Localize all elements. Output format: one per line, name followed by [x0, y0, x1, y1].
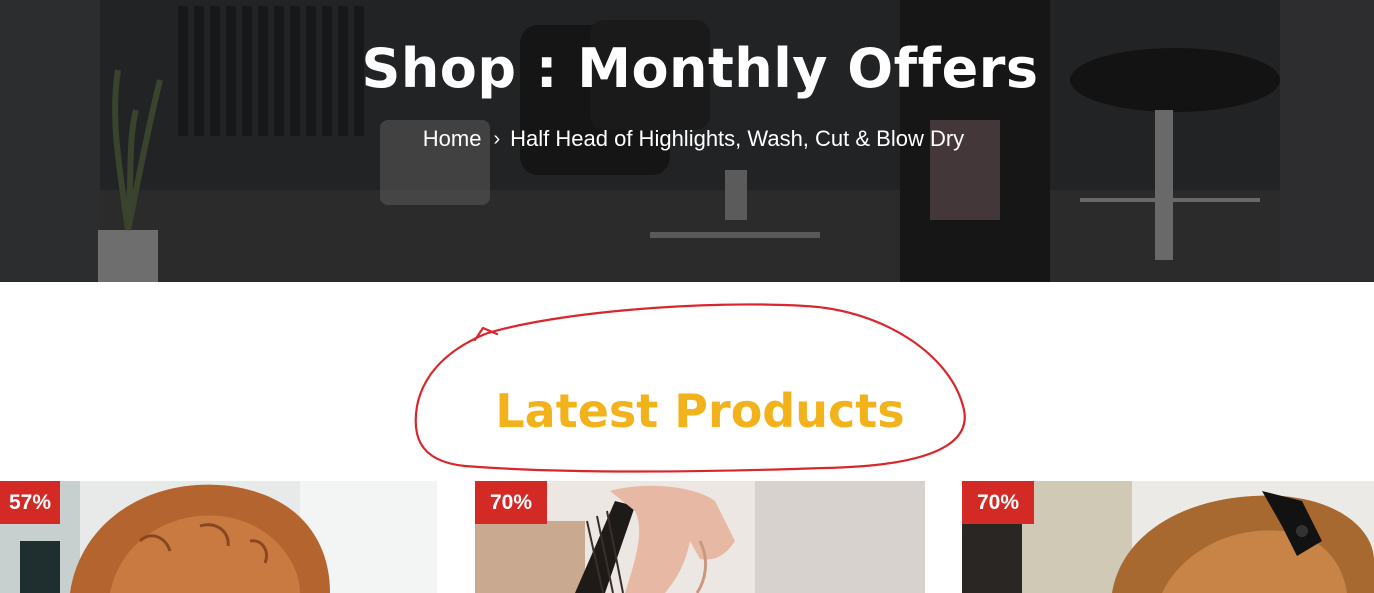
discount-badge: 57%	[0, 481, 60, 524]
breadcrumb-home-link[interactable]: Home	[423, 126, 482, 151]
page-hero-banner: Shop : Monthly Offers Home › Half Head of …	[0, 0, 1374, 282]
latest-products-heading: Latest Products	[495, 384, 905, 438]
discount-badge: 70%	[475, 481, 547, 524]
breadcrumb-current-item: Half Head of Highlights, Wash, Cut & Blo…	[510, 126, 965, 151]
breadcrumb-chevron-icon: ›	[493, 128, 501, 150]
page-title: Shop : Monthly Offers	[361, 37, 1039, 100]
discount-badge: 70%	[962, 481, 1034, 524]
product-card[interactable]: 57%	[0, 481, 437, 593]
product-card[interactable]: 70%	[475, 481, 925, 593]
product-card[interactable]: 70%	[962, 481, 1374, 593]
breadcrumb: Home › Half Head of Highlights, Wash, Cut …	[0, 124, 1374, 154]
curly-hair-photo-icon	[0, 481, 437, 593]
